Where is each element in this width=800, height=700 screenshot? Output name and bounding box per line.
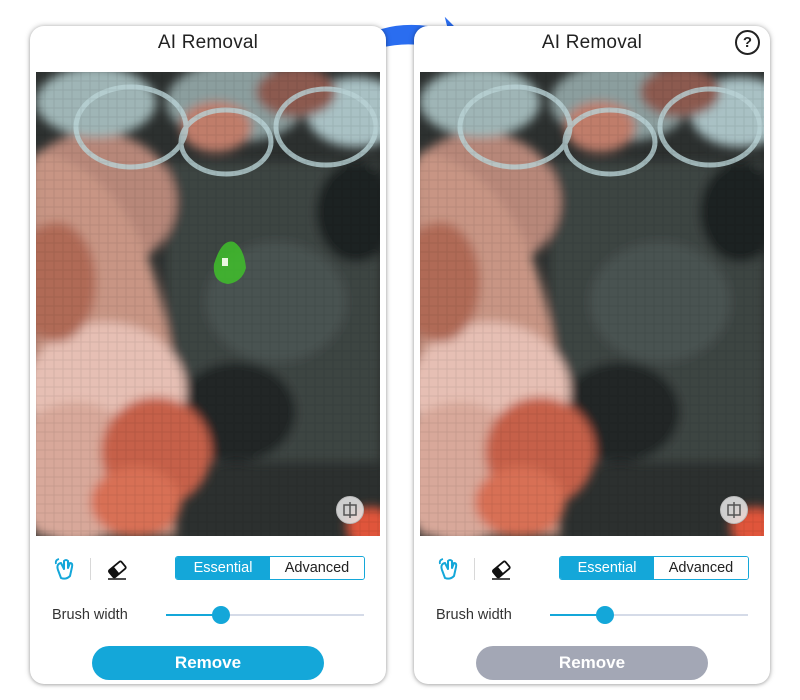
- ai-removal-panel-after: AI Removal ? Essential Advanced Brush wi…: [414, 26, 770, 684]
- ai-removal-panel-before: AI Removal Essential Advanced Brush widt…: [30, 26, 386, 684]
- mode-advanced-tab[interactable]: Advanced: [270, 557, 364, 579]
- mode-toggle: Essential Advanced: [175, 556, 365, 580]
- brush-width-label: Brush width: [436, 607, 512, 623]
- compare-icon[interactable]: [336, 496, 364, 524]
- eraser-icon[interactable]: [488, 556, 514, 582]
- tool-divider: [90, 558, 91, 580]
- remove-button[interactable]: Remove: [476, 646, 708, 680]
- photo-canvas[interactable]: [420, 72, 764, 536]
- mode-toggle: Essential Advanced: [559, 556, 749, 580]
- brush-width-slider[interactable]: [166, 606, 364, 624]
- tool-divider: [474, 558, 475, 580]
- hand-icon[interactable]: [52, 556, 78, 582]
- remove-button[interactable]: Remove: [92, 646, 324, 680]
- brush-width-knob[interactable]: [212, 606, 231, 624]
- help-icon[interactable]: ?: [735, 30, 760, 55]
- brush-width-label: Brush width: [52, 607, 128, 623]
- hand-icon[interactable]: [436, 556, 462, 582]
- panel-title: AI Removal: [541, 32, 643, 53]
- mode-essential-tab[interactable]: Essential: [176, 557, 270, 579]
- brush-width-row: Brush width: [30, 602, 386, 628]
- mode-essential-tab[interactable]: Essential: [560, 557, 654, 579]
- tool-row: Essential Advanced: [30, 554, 386, 584]
- brush-width-knob[interactable]: [596, 606, 615, 624]
- brush-width-slider[interactable]: [550, 606, 748, 624]
- compare-icon[interactable]: [720, 496, 748, 524]
- photo-image: [36, 72, 380, 536]
- eraser-icon[interactable]: [104, 556, 130, 582]
- panel-title: AI Removal: [157, 32, 259, 53]
- mode-advanced-tab[interactable]: Advanced: [654, 557, 748, 579]
- tool-row: Essential Advanced: [414, 554, 770, 584]
- photo-canvas[interactable]: [36, 72, 380, 536]
- photo-image: [420, 72, 764, 536]
- brush-width-row: Brush width: [414, 602, 770, 628]
